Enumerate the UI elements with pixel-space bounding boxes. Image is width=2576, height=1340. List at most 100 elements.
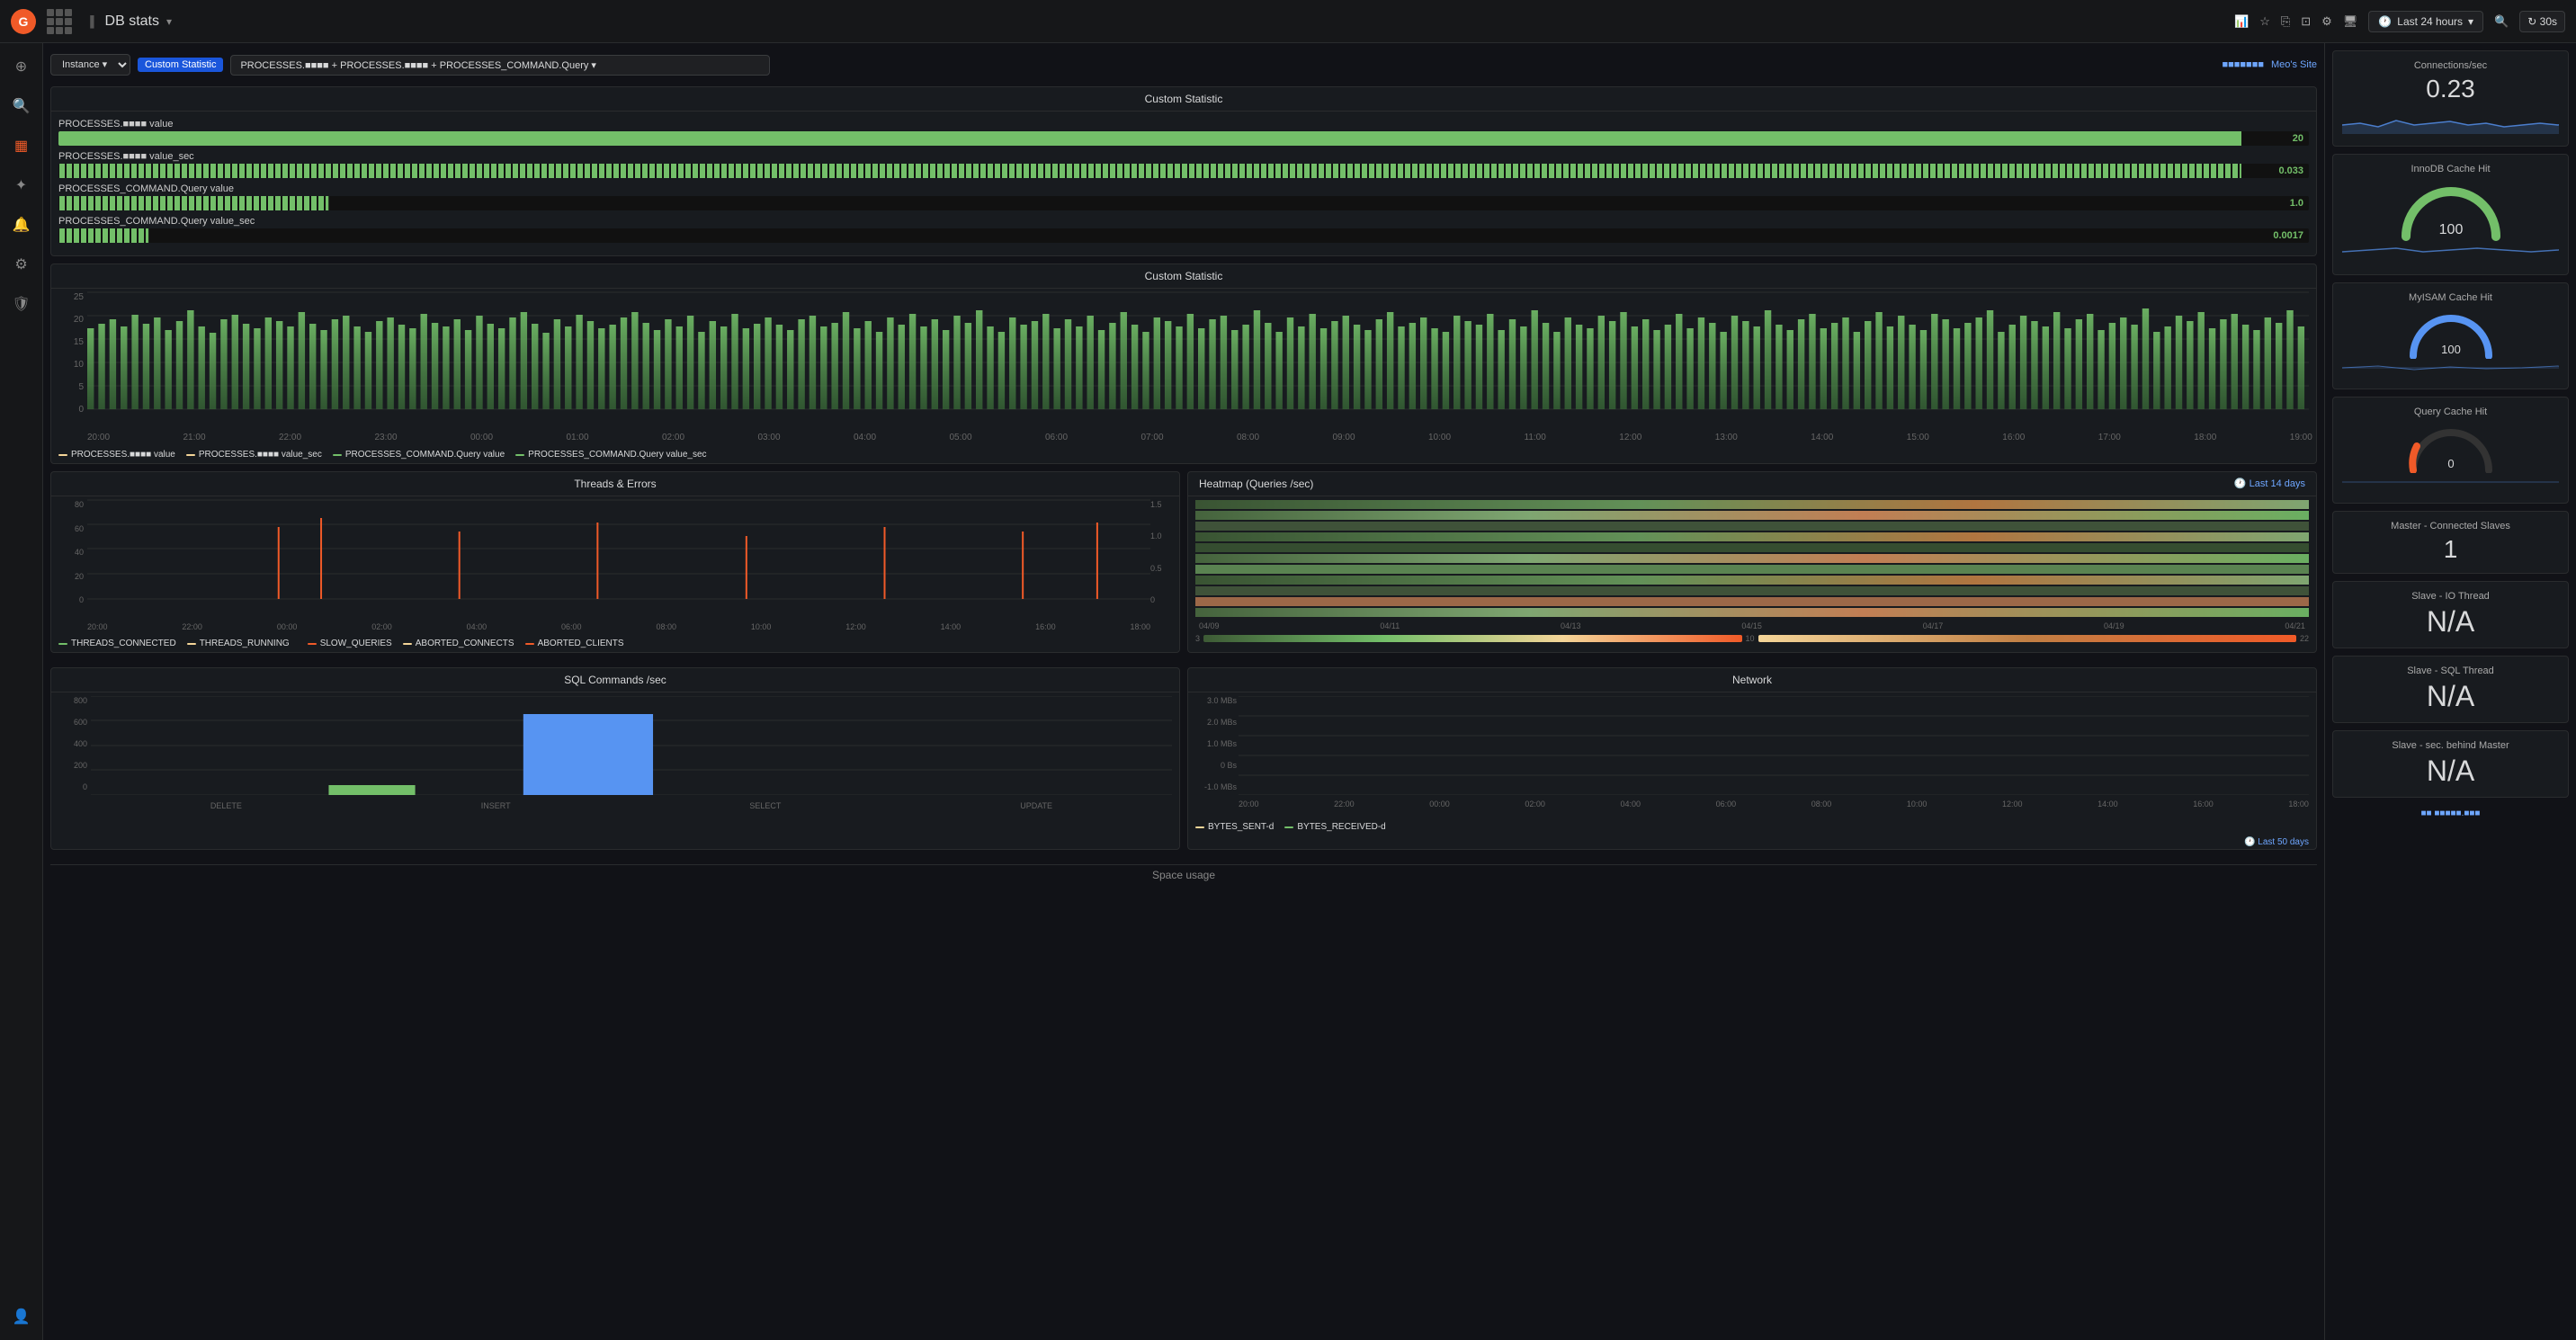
panel1-body: PROCESSES.■■■■ value 20 xyxy=(51,112,2316,255)
right-sidebar: Connections/sec 0.23 InnoDB Cache Hit 10… xyxy=(2324,43,2576,1340)
center-panel: Instance ▾ Custom Statistic PROCESSES.■■… xyxy=(43,43,2324,1340)
innodb-card: InnoDB Cache Hit 100 xyxy=(2332,154,2569,275)
custom-statistic-panel-2: Custom Statistic 25 20 15 10 5 0 xyxy=(50,264,2317,464)
slave-behind-card: Slave - sec. behind Master N/A xyxy=(2332,730,2569,798)
legend-label-2: PROCESSES_COMMAND.Query value xyxy=(345,450,505,460)
bar-row-2: PROCESSES_COMMAND.Query value 1.0 xyxy=(58,183,2309,210)
slave-sql-title: Slave - SQL Thread xyxy=(2342,666,2559,676)
master-slaves-value: 1 xyxy=(2342,535,2559,564)
chart2-legend: PROCESSES.■■■■ value PROCESSES.■■■■ valu… xyxy=(51,446,2316,463)
chart-icon[interactable]: 📊 xyxy=(2234,14,2249,29)
time-range-picker[interactable]: 🕐 Last 24 hours ▾ xyxy=(2368,11,2483,32)
topnav-actions: 📊 ☆ ⎘ ⊡ ⚙ 🖥 🕐 Last 24 hours ▾ 🔍 ↻ 30s xyxy=(2234,11,2565,32)
connections-value: 0.23 xyxy=(2342,75,2559,103)
innodb-gauge-wrapper: 100 xyxy=(2342,178,2559,241)
heatmap-panel: Heatmap (Queries /sec) 🕐 Last 14 days xyxy=(1187,471,2317,653)
slave-sql-value: N/A xyxy=(2342,680,2559,713)
myisam-title: MyISAM Cache Hit xyxy=(2342,292,2559,303)
bar-value-0: 20 xyxy=(2293,131,2303,146)
time-range-label: Last 24 hours xyxy=(2397,15,2463,28)
sidebar-item-config[interactable]: ⚙ xyxy=(5,248,38,281)
toolbar-link2[interactable]: Meo's Site xyxy=(2271,59,2317,70)
svg-text:100: 100 xyxy=(2438,222,2463,237)
space-usage-label: Space usage xyxy=(50,864,2317,885)
search-icon[interactable]: 🔍 xyxy=(2494,14,2509,29)
legend-label-0: PROCESSES.■■■■ value xyxy=(71,450,175,460)
refresh-control[interactable]: ↻ 30s xyxy=(2519,11,2565,32)
bottom-row-2: SQL Commands /sec 800 600 400 200 0 xyxy=(50,667,2317,857)
panel2-title: Custom Statistic xyxy=(51,264,2316,289)
sql-commands-panel: SQL Commands /sec 800 600 400 200 0 xyxy=(50,667,1180,850)
network-legend: BYTES_SENT-d BYTES_RECEIVED-d xyxy=(1188,818,2316,835)
time-chevron: ▾ xyxy=(2468,15,2473,28)
star-icon[interactable]: ☆ xyxy=(2259,14,2270,29)
bar-row-3: PROCESSES_COMMAND.Query value_sec 0.0017 xyxy=(58,216,2309,243)
master-slaves-title: Master - Connected Slaves xyxy=(2342,521,2559,532)
bar-track-3: 0.0017 xyxy=(58,228,2309,243)
myisam-card: MyISAM Cache Hit 100 xyxy=(2332,282,2569,389)
toolbar: Instance ▾ Custom Statistic PROCESSES.■■… xyxy=(50,50,2317,79)
bar-label-2: PROCESSES_COMMAND.Query value xyxy=(58,183,2309,194)
myisam-gauge: 100 xyxy=(2406,307,2496,359)
title-chevron[interactable]: ▾ xyxy=(166,15,172,28)
master-slaves-card: Master - Connected Slaves 1 xyxy=(2332,511,2569,574)
heatmap-title: Heatmap (Queries /sec) xyxy=(1199,478,1313,490)
legend-item-1: PROCESSES.■■■■ value_sec xyxy=(186,450,322,460)
threads-errors-panel: Threads & Errors 80 60 40 20 0 1.5 1.0 0 xyxy=(50,471,1180,653)
toolbar-right: ■■■■■■■ Meo's Site xyxy=(2222,59,2317,70)
svg-text:0: 0 xyxy=(2447,457,2454,470)
heatmap-header: Heatmap (Queries /sec) 🕐 Last 14 days xyxy=(1188,472,2316,496)
svg-text:100: 100 xyxy=(2441,343,2461,356)
grid-icon[interactable] xyxy=(47,9,72,34)
sidebar-item-alerts[interactable]: 🔔 xyxy=(5,209,38,241)
export-icon[interactable]: ⊡ xyxy=(2301,14,2311,29)
sql-title: SQL Commands /sec xyxy=(51,668,1179,692)
sql-svg xyxy=(91,696,1172,795)
innodb-gauge: 100 xyxy=(2397,178,2505,241)
sidebar-item-home[interactable]: ⊕ xyxy=(5,50,38,83)
network-svg xyxy=(1239,696,2309,795)
bar-row-0: PROCESSES.■■■■ value 20 xyxy=(58,119,2309,146)
query-cache-gauge: 0 xyxy=(2406,421,2496,473)
toolbar-link1[interactable]: ■■■■■■■ xyxy=(2222,59,2264,70)
monitor-icon[interactable]: 🖥 xyxy=(2343,14,2358,29)
bar-row-1: PROCESSES.■■■■ value_sec 0.033 xyxy=(58,151,2309,178)
query-cache-gauge-wrapper: 0 xyxy=(2342,421,2559,473)
legend-item-0: PROCESSES.■■■■ value xyxy=(58,450,175,460)
page-title: DB stats xyxy=(105,13,159,30)
sidebar-item-dashboards[interactable]: ▦ xyxy=(5,130,38,162)
instance-selector[interactable]: Instance ▾ xyxy=(50,54,130,76)
query-cache-card: Query Cache Hit 0 xyxy=(2332,397,2569,504)
bar-track-1: 0.033 xyxy=(58,164,2309,178)
heatmap-time[interactable]: 🕐 Last 14 days xyxy=(2234,478,2305,490)
topnav: G ▐ DB stats ▾ 📊 ☆ ⎘ ⊡ ⚙ 🖥 🕐 Last 24 hou… xyxy=(0,0,2576,43)
bar-value-1: 0.033 xyxy=(2278,164,2303,178)
connections-card: Connections/sec 0.23 xyxy=(2332,50,2569,147)
sidebar-item-admin[interactable]: 🛡 xyxy=(5,288,38,320)
bar-fill-0 xyxy=(58,131,2241,146)
panel1-title: Custom Statistic xyxy=(51,87,2316,112)
custom-statistic-panel-1: Custom Statistic PROCESSES.■■■■ value xyxy=(50,86,2317,256)
custom-statistic-badge[interactable]: Custom Statistic xyxy=(138,58,223,72)
sidebar-item-user[interactable]: 👤 xyxy=(5,1300,38,1333)
innodb-sparkline xyxy=(2342,241,2559,263)
connections-sparkline xyxy=(2342,107,2559,134)
slave-sql-card: Slave - SQL Thread N/A xyxy=(2332,656,2569,723)
chart2-svg xyxy=(87,292,2309,409)
sidebar-item-explore[interactable]: ✦ xyxy=(5,169,38,201)
connections-title: Connections/sec xyxy=(2342,60,2559,71)
query-selector[interactable]: PROCESSES.■■■■ + PROCESSES.■■■■ + PROCES… xyxy=(230,55,770,76)
app-logo: G xyxy=(11,9,36,34)
bar-value-2: 1.0 xyxy=(2290,196,2303,210)
sidebar-item-search[interactable]: 🔍 xyxy=(5,90,38,122)
network-panel: Network 3.0 MBs 2.0 MBs 1.0 MBs 0 Bs -1.… xyxy=(1187,667,2317,850)
clock-icon: 🕐 xyxy=(2378,15,2392,28)
legend-label-3: PROCESSES_COMMAND.Query value_sec xyxy=(528,450,706,460)
settings-icon[interactable]: ⚙ xyxy=(2321,14,2332,29)
logo-char: G xyxy=(19,14,29,29)
refresh-icon: ↻ xyxy=(2527,15,2536,28)
share-icon[interactable]: ⎘ xyxy=(2281,14,2290,29)
bottom-link[interactable]: ■■ ■■■■■.■■■ xyxy=(2332,805,2569,822)
slave-behind-title: Slave - sec. behind Master xyxy=(2342,740,2559,751)
network-time[interactable]: 🕐 Last 50 days xyxy=(1188,835,2316,849)
